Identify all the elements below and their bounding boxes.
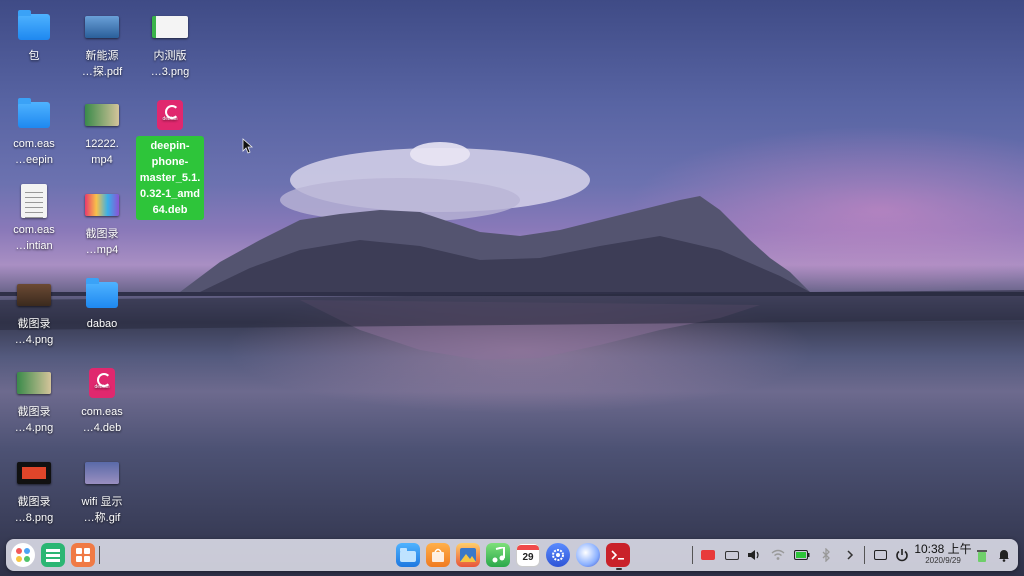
- file-manager-icon[interactable]: [396, 543, 420, 567]
- app-store-icon[interactable]: [426, 543, 450, 567]
- desktop-item-label: 包: [28, 50, 40, 62]
- video-thumbnail-icon: [84, 98, 120, 132]
- bluetooth-icon[interactable]: [816, 545, 836, 565]
- desktop-item-deb[interactable]: debian com.eas …4.deb: [68, 366, 136, 436]
- image-thumbnail-icon: [152, 10, 188, 44]
- desktop-item-deb-selected[interactable]: debian deepin- phone- master_5.1. 0.32-1…: [136, 98, 204, 220]
- desktop-item-label: 新能源 …探.pdf: [81, 50, 123, 78]
- desktop-item-label: 截图录 …4.png: [14, 406, 54, 434]
- desktop-item-mp4[interactable]: 截图录 …mp4: [68, 188, 136, 258]
- music-icon[interactable]: [486, 543, 510, 567]
- desktop-item-gif[interactable]: wifi 显示 …称.gif: [68, 456, 136, 526]
- wifi-icon[interactable]: [768, 545, 788, 565]
- desktop-item-label: 内测版 …3.png: [150, 50, 190, 78]
- image-thumbnail-icon: [16, 366, 52, 400]
- mouse-cursor-icon: [242, 138, 254, 154]
- screen-recorder-icon[interactable]: [698, 545, 718, 565]
- desktop-item-label: deepin- phone- master_5.1. 0.32-1_amd 64…: [136, 136, 204, 220]
- pdf-thumbnail-icon: [84, 10, 120, 44]
- desktop-item-label: wifi 显示 …称.gif: [81, 496, 123, 524]
- desktop-item-png[interactable]: 截图录 …4.png: [0, 366, 68, 436]
- calendar-icon[interactable]: 29: [516, 543, 540, 567]
- launcher-icon[interactable]: [11, 543, 35, 567]
- keyboard-icon[interactable]: [722, 545, 742, 565]
- dock-separator: [864, 546, 865, 564]
- desktop-item-label: com.eas …eepin: [13, 138, 55, 166]
- browser-icon[interactable]: [576, 543, 600, 567]
- dock-separator: [99, 546, 100, 564]
- app-grid-icon[interactable]: [71, 543, 95, 567]
- desktop-item-label: 12222. mp4: [85, 138, 119, 166]
- desktop-item-label: com.eas …intian: [13, 224, 55, 252]
- folder-icon: [16, 10, 52, 44]
- chevron-right-icon[interactable]: [840, 545, 860, 565]
- folder-icon: [16, 98, 52, 132]
- trash-icon[interactable]: [972, 545, 992, 565]
- gif-thumbnail-icon: [84, 456, 120, 490]
- calendar-day: 29: [522, 551, 534, 563]
- terminal-icon[interactable]: [606, 543, 630, 567]
- desktop-item-label: 截图录 …4.png: [14, 318, 54, 346]
- control-center-icon[interactable]: [546, 543, 570, 567]
- desktop-item-label: 截图录 …8.png: [14, 496, 54, 524]
- multitask-view-icon[interactable]: [41, 543, 65, 567]
- battery-icon[interactable]: [792, 545, 812, 565]
- desktop-item-png[interactable]: 截图录 …8.png: [0, 456, 68, 526]
- desktop: 包 新能源 …探.pdf 内测版 …3.png com.eas …eepin 1…: [0, 0, 1024, 540]
- desktop-item-label: 截图录 …mp4: [85, 228, 119, 256]
- bell-icon[interactable]: [994, 545, 1014, 565]
- clock-time: 10:38 上午: [914, 542, 972, 556]
- desktop-item-folder-bao[interactable]: 包: [0, 10, 68, 64]
- volume-icon[interactable]: [744, 545, 764, 565]
- running-indicator: [616, 568, 622, 570]
- desktop-item-folder-com[interactable]: com.eas …eepin: [0, 98, 68, 168]
- image-thumbnail-icon: [16, 278, 52, 312]
- debian-package-icon: debian: [152, 98, 188, 132]
- document-icon: [16, 184, 52, 218]
- desktop-item-png[interactable]: 截图录 …4.png: [0, 278, 68, 348]
- desktop-item-mp4[interactable]: 12222. mp4: [68, 98, 136, 168]
- video-thumbnail-icon: [84, 188, 120, 222]
- desktop-item-pdf[interactable]: 新能源 …探.pdf: [68, 10, 136, 80]
- folder-icon: [84, 278, 120, 312]
- desktop-item-document[interactable]: com.eas …intian: [0, 184, 68, 254]
- clock[interactable]: 10:38 上午 2020/9/29: [911, 542, 975, 566]
- clock-date: 2020/9/29: [925, 556, 961, 565]
- notification-panel-icon[interactable]: [870, 545, 890, 565]
- dock-separator: [692, 546, 693, 564]
- desktop-item-folder-dabao[interactable]: dabao: [68, 278, 136, 332]
- image-thumbnail-icon: [16, 456, 52, 490]
- image-viewer-icon[interactable]: [456, 543, 480, 567]
- dock: 29 10:38 上午 2020/9/29: [6, 539, 1018, 571]
- power-icon[interactable]: [892, 545, 912, 565]
- desktop-item-png[interactable]: 内测版 …3.png: [136, 10, 204, 80]
- desktop-item-label: com.eas …4.deb: [81, 406, 123, 434]
- debian-package-icon: debian: [84, 366, 120, 400]
- desktop-item-label: dabao: [86, 318, 118, 330]
